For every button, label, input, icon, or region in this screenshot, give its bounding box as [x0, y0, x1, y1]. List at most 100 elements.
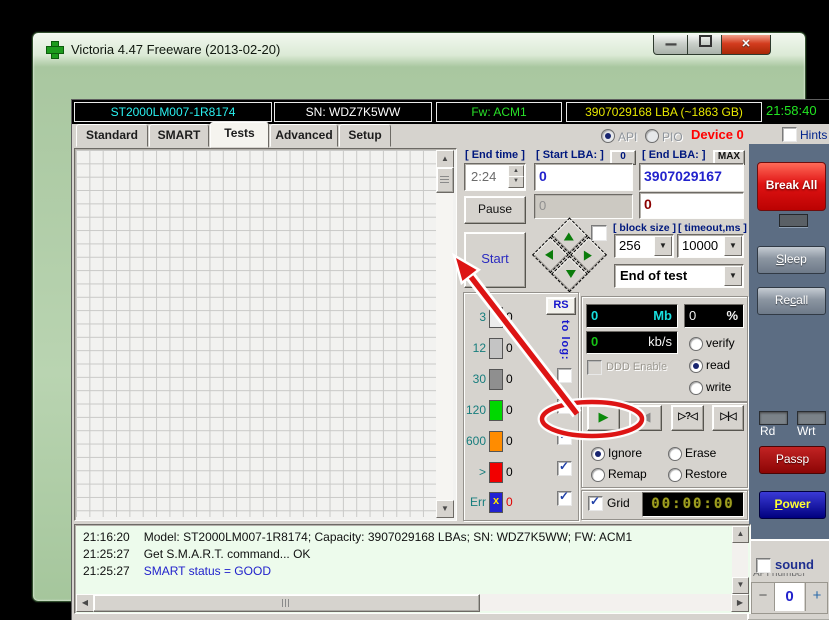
log-hscrollbar[interactable]: ◀ ▶ [76, 594, 748, 611]
passp-button[interactable]: Passp [759, 446, 826, 474]
scan-question-button[interactable]: ▷?◁ [671, 405, 704, 431]
grid-checkbox[interactable] [588, 496, 603, 511]
speed-row-count: 0 [506, 434, 513, 448]
log-vscrollbar[interactable]: ▲ ▼ [732, 526, 748, 592]
mb-unit: Mb [653, 308, 672, 323]
title-bar[interactable]: Victoria 4.47 Freeware (2013-02-20) — ✕ [33, 33, 805, 67]
spin-down-icon[interactable]: ▼ [508, 176, 524, 188]
seek-end-button[interactable]: ▷|◁ [712, 405, 744, 431]
arrow-down-icon [566, 270, 576, 278]
scroll-down-icon[interactable]: ▼ [436, 500, 454, 518]
maximize-icon [699, 35, 712, 47]
timeout-select[interactable]: 10000 ▼ [677, 234, 744, 258]
close-button[interactable]: ✕ [721, 35, 771, 55]
hints-checkbox[interactable] [782, 127, 797, 142]
errors-value: 0 [644, 196, 652, 212]
tab-tests[interactable]: Tests [210, 122, 269, 148]
error-x-mark: x [493, 495, 499, 507]
pause-button[interactable]: Pause [464, 196, 526, 224]
error-swatch: x [489, 492, 503, 513]
current-lba-field: 0 [534, 194, 633, 219]
speed-row-count: 0 [506, 403, 513, 417]
scrollbar-thumb[interactable] [436, 167, 454, 193]
stepper-minus-button[interactable]: − [752, 583, 775, 611]
break-all-button[interactable]: Break All [757, 162, 826, 211]
log-entry: 21:16:20Model: ST2000LM007-1R8174; Capac… [83, 530, 632, 544]
restore-radio[interactable] [668, 468, 682, 482]
errors-field: 0 [639, 192, 744, 219]
scroll-up-icon[interactable]: ▲ [732, 526, 749, 543]
stepper-plus-button[interactable]: + [805, 583, 828, 611]
log-entry: 21:25:27Get S.M.A.R.T. command... OK [83, 547, 310, 561]
dropdown-arrow-icon[interactable]: ▼ [724, 266, 742, 286]
pio-label: PIO [662, 130, 683, 144]
sleep-button[interactable]: Sleep [757, 246, 826, 274]
start-lba-input[interactable]: 0 [534, 163, 633, 191]
speed-row-count: 0 [506, 310, 513, 324]
tab-standard[interactable]: Standard [76, 124, 148, 147]
end-time-value: 2:24 [471, 169, 496, 184]
block-size-select[interactable]: 256 ▼ [614, 234, 674, 258]
speed-row-label: 600 [463, 434, 486, 448]
log-over-checkbox[interactable] [557, 461, 572, 476]
hscroll-thumb[interactable] [93, 594, 480, 612]
scroll-left-icon[interactable]: ◀ [76, 594, 94, 612]
back-button[interactable]: ◀ [629, 405, 662, 431]
api-radio[interactable] [601, 129, 615, 143]
scan-grid-scrollbar[interactable]: ▲ ▼ [436, 150, 453, 517]
write-radio[interactable] [689, 381, 703, 395]
drive-capacity: 3907029168 LBA (~1863 GB) [566, 102, 762, 122]
rs-button[interactable]: RS [546, 297, 576, 315]
tab-smart[interactable]: SMART [149, 124, 209, 147]
remap-radio[interactable] [591, 468, 605, 482]
verify-radio[interactable] [689, 337, 703, 351]
scroll-down-icon[interactable]: ▼ [732, 577, 749, 594]
play-button[interactable]: ▶ [587, 405, 620, 431]
speed-value: 0 [591, 334, 598, 349]
log-time: 21:25:27 [83, 547, 130, 561]
start-button[interactable]: Start [464, 232, 526, 288]
ignore-radio[interactable] [591, 447, 605, 461]
drive-firmware: Fw: ACM1 [436, 102, 562, 122]
current-lba-value: 0 [539, 198, 546, 213]
verify-label: verify [706, 336, 735, 350]
erase-radio[interactable] [668, 447, 682, 461]
log-120-checkbox[interactable] [557, 399, 572, 414]
scan-grid[interactable] [76, 150, 436, 517]
scroll-up-icon[interactable]: ▲ [436, 150, 454, 168]
power-button[interactable]: Power [759, 491, 826, 519]
tab-setup[interactable]: Setup [339, 124, 391, 147]
end-lba-value: 3907029167 [644, 168, 722, 184]
log-err-checkbox[interactable] [557, 491, 572, 506]
device-label: Device 0 [691, 127, 744, 142]
log-600-checkbox[interactable] [557, 430, 572, 445]
log-30-checkbox[interactable] [557, 368, 572, 383]
arrow-left-icon [545, 250, 553, 260]
scroll-right-icon[interactable]: ▶ [731, 594, 749, 612]
end-time-spinner[interactable]: 2:24 ▲ ▼ [464, 163, 526, 191]
speed-row-count: 0 [506, 495, 513, 509]
maximize-button[interactable] [687, 35, 723, 55]
end-action-select[interactable]: End of test ▼ [614, 264, 744, 288]
tab-advanced[interactable]: Advanced [270, 124, 338, 147]
speed-row-swatch [489, 431, 503, 452]
sound-checkbox[interactable] [756, 558, 771, 573]
wrt-indicator [797, 411, 826, 425]
pio-radio[interactable] [645, 129, 659, 143]
recall-button[interactable]: Recall [757, 287, 826, 315]
read-radio[interactable] [689, 359, 703, 373]
dropdown-arrow-icon[interactable]: ▼ [654, 236, 672, 256]
sleep-label: leep [784, 252, 807, 266]
end-lba-input[interactable]: 3907029167 [639, 163, 744, 191]
client-area: ST2000LM007-1R8174 SN: WDZ7K5WW Fw: ACM1… [71, 99, 829, 620]
pad-option-checkbox[interactable] [591, 225, 607, 241]
dropdown-arrow-icon[interactable]: ▼ [724, 236, 742, 256]
minimize-button[interactable]: — [653, 35, 689, 55]
log-time: 21:25:27 [83, 564, 130, 578]
block-size-value: 256 [619, 238, 641, 253]
end-time-label: [ End time ] [465, 149, 525, 161]
ddd-enable-checkbox[interactable] [587, 360, 602, 375]
window-title: Victoria 4.47 Freeware (2013-02-20) [71, 42, 280, 57]
hints-label: Hints [800, 128, 827, 142]
app-plus-icon [46, 41, 64, 59]
